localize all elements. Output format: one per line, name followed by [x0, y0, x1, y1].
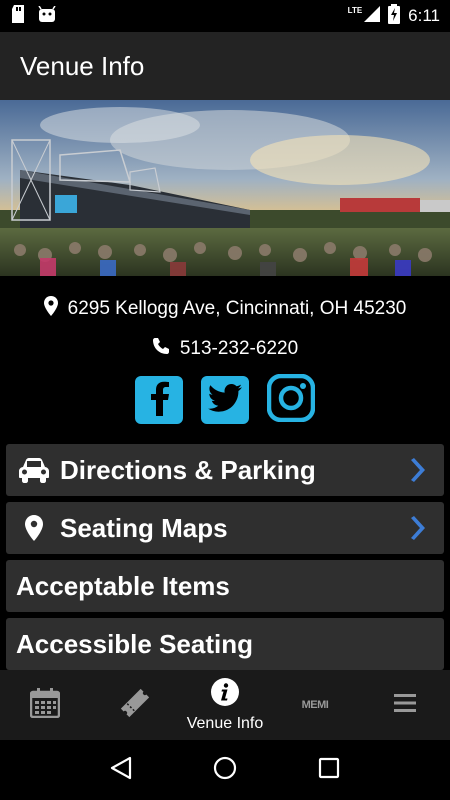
signal-icon: [364, 5, 381, 27]
venue-photo: [0, 100, 450, 276]
car-icon: [16, 457, 52, 483]
venue-address: 6295 Kellogg Ave, Cincinnati, OH 45230: [67, 298, 407, 319]
menu-item-label: Acceptable Items: [16, 570, 230, 601]
android-icon: [38, 5, 56, 27]
home-icon[interactable]: [213, 756, 237, 785]
memi-logo: MEMI: [301, 699, 329, 711]
back-icon[interactable]: [110, 756, 132, 785]
battery-charging-icon: [388, 3, 401, 29]
social-links: [0, 373, 450, 427]
app-bar: Venue Info: [0, 32, 450, 100]
nav-tickets[interactable]: [90, 670, 180, 740]
venue-info-content: 6295 Kellogg Ave, Cincinnati, OH 45230 5…: [0, 276, 450, 670]
chevron-right-icon: [404, 516, 428, 540]
status-bar: LTE 6:11: [0, 0, 450, 32]
recents-icon[interactable]: [318, 757, 340, 784]
map-pin-icon: [43, 296, 58, 322]
facebook-icon: [145, 380, 173, 421]
network-type: LTE: [347, 5, 363, 15]
venue-phone: 513-232-6220: [179, 338, 299, 359]
instagram-button[interactable]: [266, 373, 316, 427]
nav-calendar[interactable]: [0, 670, 90, 740]
menu-item-acceptable-items[interactable]: Acceptable Items: [6, 560, 444, 612]
instagram-icon: [266, 373, 316, 427]
system-nav-bar: [0, 740, 450, 800]
page-title: Venue Info: [20, 50, 145, 81]
ticket-icon: [119, 687, 151, 724]
menu-item-accessible-seating[interactable]: Accessible Seating: [6, 618, 444, 670]
address-link[interactable]: 6295 Kellogg Ave, Cincinnati, OH 45230: [0, 296, 450, 322]
menu-item-label: Seating Maps: [60, 512, 228, 543]
map-pin-icon: [16, 515, 52, 541]
menu-item-label: Directions & Parking: [60, 454, 316, 485]
menu-item-label: Accessible Seating: [16, 628, 253, 659]
calendar-icon: [29, 687, 61, 723]
bottom-nav: Venue Info MEMI: [0, 670, 450, 740]
twitter-button[interactable]: [201, 376, 249, 424]
phone-link[interactable]: 513-232-6220: [0, 336, 450, 362]
nav-memi[interactable]: MEMI: [270, 670, 360, 740]
nav-venue-info[interactable]: Venue Info: [180, 670, 270, 740]
nav-more[interactable]: [360, 670, 450, 740]
facebook-button[interactable]: [135, 376, 183, 424]
hamburger-menu-icon: [394, 693, 416, 717]
venue-menu: Directions & Parking Seating Maps Accept…: [0, 444, 450, 670]
status-time: 6:11: [408, 6, 440, 25]
twitter-icon: [207, 383, 242, 417]
info-icon: [211, 677, 239, 711]
sd-card-icon: [10, 4, 26, 28]
chevron-right-icon: [404, 458, 428, 482]
nav-label: Venue Info: [186, 714, 264, 732]
menu-item-seating-maps[interactable]: Seating Maps: [6, 502, 444, 554]
menu-item-directions-parking[interactable]: Directions & Parking: [6, 444, 444, 496]
phone-icon: [152, 337, 170, 361]
